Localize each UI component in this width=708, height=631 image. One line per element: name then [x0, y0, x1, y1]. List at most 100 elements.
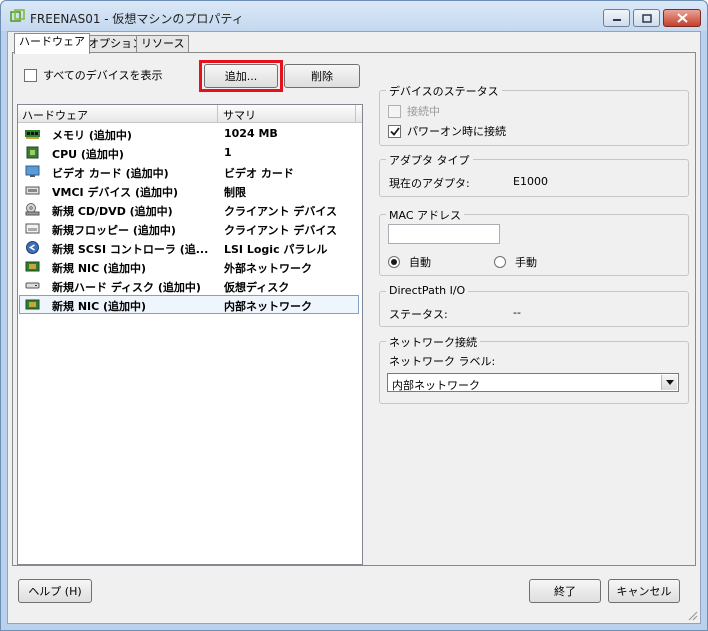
add-button[interactable]: 追加... — [204, 64, 278, 88]
hardware-row-nic-internal[interactable]: 新規 NIC (追加中) 内部ネットワーク — [19, 295, 359, 314]
resize-grip-icon[interactable] — [686, 609, 698, 621]
mac-address-group: MAC アドレス 自動 手動 — [379, 207, 689, 276]
hardware-name: 新規 NIC (追加中) — [52, 300, 147, 313]
directpath-group: DirectPath I/O ステータス: -- — [379, 284, 689, 327]
monitor-icon — [25, 165, 40, 177]
hardware-row-floppy[interactable]: 新規フロッピー (追加中) クライアント デバイス — [19, 219, 359, 238]
window-title: FREENAS01 - 仮想マシンのプロパティ — [30, 12, 244, 26]
mac-manual-label: 手動 — [515, 256, 537, 269]
hardware-list: ハードウェア サマリ メモリ (追加中) 1024 MB CPU (追加中) 1… — [17, 104, 363, 565]
hardware-name: 新規ハード ディスク (追加中) — [52, 281, 201, 294]
hardware-row-video-card[interactable]: ビデオ カード (追加中) ビデオ カード — [19, 162, 359, 181]
mac-auto-radio[interactable]: 自動 — [388, 254, 431, 270]
hardware-row-cd-dvd[interactable]: 新規 CD/DVD (追加中) クライアント デバイス — [19, 200, 359, 219]
connect-at-power-on-checkbox[interactable]: パワーオン時に接続 — [388, 123, 506, 139]
hardware-name: CPU (追加中) — [52, 148, 124, 161]
checkbox-box[interactable] — [24, 68, 37, 82]
hardware-row-hard-disk[interactable]: 新規ハード ディスク (追加中) 仮想ディスク — [19, 276, 359, 295]
maximize-icon — [641, 13, 652, 23]
connected-checkbox: 接続中 — [388, 103, 440, 119]
hard-disk-icon — [25, 282, 40, 289]
close-icon — [676, 13, 688, 23]
device-status-group: デバイスのステータス 接続中 パワーオン時に接続 — [379, 83, 689, 146]
adapter-type-title: アダプタ タイプ — [386, 152, 473, 168]
memory-icon — [25, 130, 40, 139]
vmci-device-icon — [25, 186, 40, 195]
network-label-select[interactable]: 内部ネットワーク — [387, 373, 679, 392]
floppy-icon — [25, 223, 40, 234]
hardware-name: 新規 SCSI コントローラ (追... — [52, 243, 209, 256]
adapter-type-group: アダプタ タイプ 現在のアダプタ: E1000 — [379, 152, 689, 197]
tab-resources[interactable]: リソース — [136, 35, 190, 53]
hardware-summary: 1 — [224, 146, 232, 159]
hardware-name: VMCI デバイス (追加中) — [52, 186, 179, 199]
network-connection-group: ネットワーク接続 ネットワーク ラベル: 内部ネットワーク — [379, 334, 689, 404]
checkmark-icon — [389, 126, 400, 136]
maximize-button[interactable] — [633, 9, 660, 27]
network-connection-title: ネットワーク接続 — [386, 334, 480, 350]
minimize-button[interactable] — [603, 9, 630, 27]
device-status-title: デバイスのステータス — [386, 83, 502, 99]
vsphere-app-icon — [10, 9, 25, 22]
directpath-title: DirectPath I/O — [386, 284, 469, 297]
cancel-button[interactable]: キャンセル — [608, 579, 680, 603]
mac-address-title: MAC アドレス — [386, 207, 464, 223]
cpu-icon — [26, 146, 39, 159]
hardware-row-scsi-controller[interactable]: 新規 SCSI コントローラ (追... LSI Logic パラレル — [19, 238, 359, 257]
checkbox-box[interactable] — [388, 124, 401, 138]
column-header-hardware[interactable]: ハードウェア — [22, 107, 88, 123]
hardware-row-cpu[interactable]: CPU (追加中) 1 — [19, 143, 359, 162]
checkbox-box — [388, 104, 401, 118]
column-header-summary[interactable]: サマリ — [223, 107, 256, 123]
directpath-status-label: ステータス: — [389, 308, 448, 321]
hardware-summary: LSI Logic パラレル — [224, 243, 328, 256]
help-button[interactable]: ヘルプ (H) — [18, 579, 92, 603]
mac-manual-radio[interactable]: 手動 — [494, 254, 537, 270]
title-bar[interactable]: FREENAS01 - 仮想マシンのプロパティ — [1, 1, 707, 31]
mac-auto-label: 自動 — [409, 256, 431, 269]
hardware-summary: 外部ネットワーク — [224, 262, 312, 275]
hardware-tab-panel: すべてのデバイスを表示 追加... 削除 ハードウェア サマリ メモリ (追加中… — [12, 52, 696, 566]
hardware-row-vmci[interactable]: VMCI デバイス (追加中) 制限 — [19, 181, 359, 200]
current-adapter-value: E1000 — [513, 175, 548, 188]
hardware-row-nic-external[interactable]: 新規 NIC (追加中) 外部ネットワーク — [19, 257, 359, 276]
hardware-name: メモリ (追加中) — [52, 129, 132, 142]
finish-button[interactable]: 終了 — [529, 579, 601, 603]
column-separator[interactable] — [217, 105, 218, 122]
current-adapter-label: 現在のアダプタ: — [389, 177, 470, 190]
directpath-status-value: -- — [513, 306, 521, 319]
hardware-list-header: ハードウェア サマリ — [18, 105, 362, 123]
radio-button[interactable] — [494, 256, 506, 268]
scsi-controller-icon — [26, 241, 39, 254]
connect-at-power-on-label: パワーオン時に接続 — [407, 125, 506, 138]
hardware-row-memory[interactable]: メモリ (追加中) 1024 MB — [19, 124, 359, 143]
show-all-devices-label: すべてのデバイスを表示 — [43, 69, 163, 82]
hardware-name: 新規 NIC (追加中) — [52, 262, 147, 275]
show-all-devices-checkbox[interactable]: すべてのデバイスを表示 — [24, 67, 162, 83]
hardware-summary: クライアント デバイス — [224, 224, 338, 237]
hardware-name: ビデオ カード (追加中) — [52, 167, 169, 180]
hardware-summary: 内部ネットワーク — [224, 300, 312, 313]
hardware-summary: クライアント デバイス — [224, 205, 338, 218]
dialog-client-area: ハードウェア オプション リソース すべてのデバイスを表示 追加... 削除 ハ… — [7, 31, 701, 624]
network-label-value: 内部ネットワーク — [392, 379, 480, 392]
chevron-down-icon — [665, 380, 674, 385]
hardware-name: 新規フロッピー (追加中) — [52, 224, 176, 237]
column-separator[interactable] — [355, 105, 356, 122]
radio-button[interactable] — [388, 256, 400, 268]
minimize-icon — [612, 19, 621, 21]
vm-properties-window: FREENAS01 - 仮想マシンのプロパティ ハードウェア オプション リソー… — [0, 0, 708, 631]
dropdown-arrow[interactable] — [661, 375, 677, 390]
nic-icon — [25, 261, 40, 272]
close-button[interactable] — [663, 9, 701, 27]
remove-button[interactable]: 削除 — [284, 64, 360, 88]
hardware-name: 新規 CD/DVD (追加中) — [52, 205, 173, 218]
connected-label: 接続中 — [407, 105, 440, 118]
hardware-summary: 仮想ディスク — [224, 281, 290, 294]
nic-icon — [25, 299, 40, 310]
mac-address-input[interactable] — [388, 224, 500, 244]
hardware-summary: 1024 MB — [224, 127, 278, 140]
hardware-summary: ビデオ カード — [224, 167, 294, 180]
cd-dvd-icon — [25, 203, 40, 216]
tab-hardware[interactable]: ハードウェア — [14, 33, 90, 54]
